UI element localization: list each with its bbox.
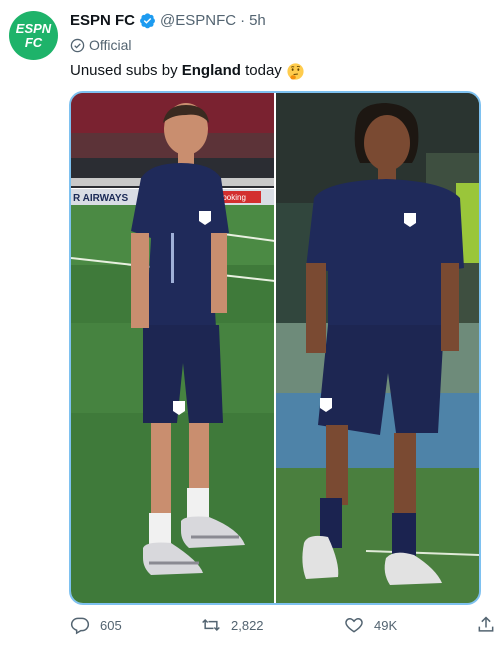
avatar[interactable]: ESPN FC <box>9 11 58 60</box>
tweet-text-bold: England <box>181 62 241 79</box>
retweet-button[interactable]: 2,822 <box>201 615 264 635</box>
player-photo-left: R AIRWAYS Booking <box>71 93 274 603</box>
tweet-text-after: today <box>245 62 282 79</box>
logo-text-bottom: FC <box>25 35 43 50</box>
like-count: 49K <box>374 617 398 633</box>
tweet-actions: 605 2,822 49K <box>70 615 500 637</box>
share-button[interactable] <box>476 615 502 635</box>
verified-badge-icon <box>139 12 156 29</box>
reply-count: 605 <box>100 617 122 633</box>
official-label: Official <box>70 37 132 53</box>
ad-board-text: R AIRWAYS <box>73 193 129 204</box>
reply-icon <box>70 615 90 635</box>
retweet-count: 2,822 <box>231 617 264 633</box>
tweet-header: ESPN FC @ESPNFC · 5h <box>70 12 266 29</box>
tweet-text: Unused subs by England today <box>70 61 305 81</box>
heart-icon <box>344 615 364 635</box>
photo-right[interactable] <box>276 93 479 603</box>
espn-fc-logo: ESPN FC <box>16 21 52 50</box>
tweet-text-before: Unused subs by <box>70 62 178 79</box>
account-name[interactable]: ESPN FC <box>70 12 135 29</box>
logo-text-top: ESPN <box>16 21 52 36</box>
reply-button[interactable]: 605 <box>70 615 122 635</box>
player-photo-right <box>276 93 479 603</box>
account-handle[interactable]: @ESPNFC <box>160 12 236 29</box>
photo-left[interactable]: R AIRWAYS Booking <box>71 93 274 603</box>
thinking-face-icon <box>286 62 305 81</box>
official-check-icon <box>70 38 85 53</box>
tweet-media[interactable]: R AIRWAYS Booking <box>69 91 481 605</box>
separator-dot: · <box>240 12 246 29</box>
official-text: Official <box>89 37 132 53</box>
retweet-icon <box>201 615 221 635</box>
like-button[interactable]: 49K <box>344 615 397 635</box>
share-icon <box>476 615 496 635</box>
timestamp[interactable]: 5h <box>249 12 266 29</box>
